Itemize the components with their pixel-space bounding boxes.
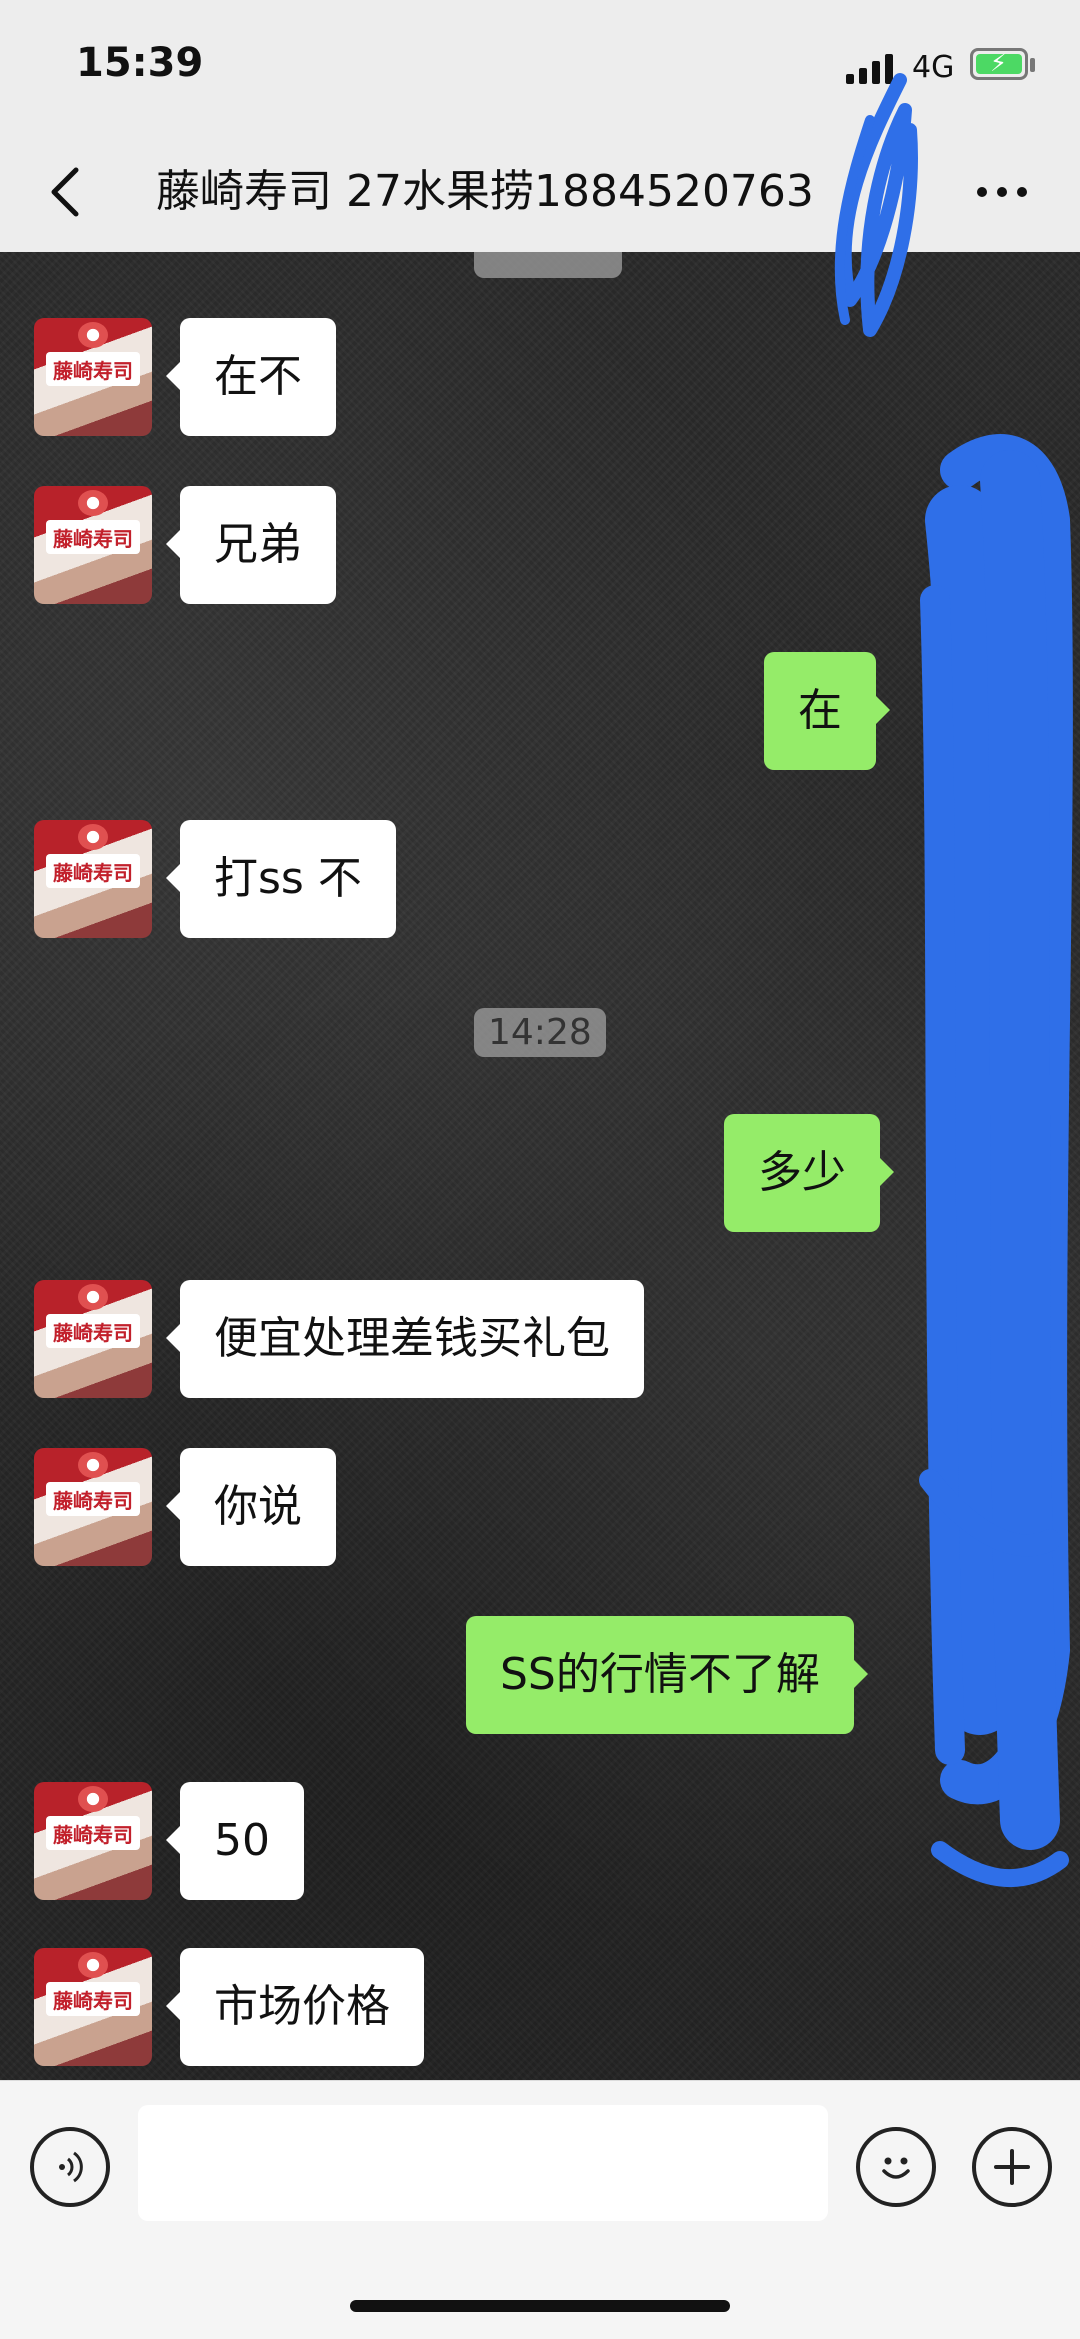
message-bubble-outgoing[interactable]: 在 — [764, 652, 890, 770]
timestamp: 14:28 — [474, 1008, 606, 1057]
back-button[interactable] — [40, 162, 90, 222]
clock: 15:39 — [76, 40, 204, 86]
avatar-logo-mark — [78, 1284, 108, 1310]
avatar-logo-mark — [78, 824, 108, 850]
more-button[interactable] — [962, 162, 1042, 222]
message-bubble-outgoing[interactable]: 多少 — [724, 1114, 894, 1232]
avatar-logo-mark — [78, 1786, 108, 1812]
chat-title: 藤崎寿司 27水果捞1884520763 — [156, 166, 814, 217]
battery-icon — [970, 48, 1028, 80]
emoji-icon — [882, 2157, 910, 2179]
contact-avatar[interactable]: 藤崎寿司 — [34, 486, 152, 604]
contact-avatar[interactable]: 藤崎寿司 — [34, 1448, 152, 1566]
message-bubble-incoming[interactable]: 在不 — [166, 318, 336, 436]
more-dot — [997, 187, 1007, 197]
message-bubble-incoming[interactable]: 你说 — [166, 1448, 336, 1566]
more-dot — [1017, 187, 1027, 197]
more-dot — [977, 187, 987, 197]
avatar-logo-text: 藤崎寿司 — [46, 1482, 140, 1516]
home-indicator[interactable] — [350, 2300, 730, 2312]
message-text: 在不 — [214, 351, 302, 402]
message-bubble-incoming[interactable]: 50 — [166, 1782, 304, 1900]
plus-icon — [994, 2149, 1030, 2185]
emoji-button[interactable] — [856, 2127, 936, 2207]
chat-area[interactable]: 藤崎寿司 在不 藤崎寿司 兄弟 在 藤崎寿司 打ss 不 14:28 多少 藤崎… — [0, 252, 1080, 2080]
avatar-logo-text: 藤崎寿司 — [46, 520, 140, 554]
avatar-logo-text: 藤崎寿司 — [46, 854, 140, 888]
network-type: 4G — [912, 50, 955, 85]
avatar-logo-mark — [78, 1952, 108, 1978]
message-text: 多少 — [758, 1147, 846, 1198]
voice-button[interactable] — [30, 2127, 110, 2207]
message-bubble-incoming[interactable]: 市场价格 — [166, 1948, 424, 2066]
avatar-logo-mark — [78, 490, 108, 516]
message-text: 打ss 不 — [214, 853, 362, 904]
battery-tip — [1030, 58, 1035, 72]
message-bubble-incoming[interactable]: 兄弟 — [166, 486, 336, 604]
status-bar: 15:39 4G — [0, 0, 1080, 130]
message-text: 在 — [798, 685, 842, 736]
contact-avatar[interactable]: 藤崎寿司 — [34, 1948, 152, 2066]
message-text: SS的行情不了解 — [500, 1649, 820, 1700]
contact-avatar[interactable]: 藤崎寿司 — [34, 318, 152, 436]
avatar-logo-mark — [78, 322, 108, 348]
contact-avatar[interactable]: 藤崎寿司 — [34, 1280, 152, 1398]
message-bubble-outgoing[interactable]: SS的行情不了解 — [466, 1616, 868, 1734]
avatar-logo-text: 藤崎寿司 — [46, 1314, 140, 1348]
message-text: 市场价格 — [214, 1981, 390, 2032]
message-bubble-incoming[interactable]: 打ss 不 — [166, 820, 396, 938]
voice-icon — [59, 2151, 83, 2183]
contact-avatar[interactable]: 藤崎寿司 — [34, 1782, 152, 1900]
avatar-logo-text: 藤崎寿司 — [46, 1982, 140, 2016]
avatar-logo-text: 藤崎寿司 — [46, 352, 140, 386]
message-text: 便宜处理差钱买礼包 — [214, 1313, 610, 1364]
message-text: 你说 — [214, 1481, 302, 1532]
chat-header: 藤崎寿司 27水果捞1884520763 — [0, 130, 1080, 253]
avatar-logo-text: 藤崎寿司 — [46, 1816, 140, 1850]
message-input[interactable] — [138, 2105, 828, 2221]
chevron-left-icon — [51, 167, 79, 217]
contact-avatar[interactable]: 藤崎寿司 — [34, 820, 152, 938]
avatar-logo-mark — [78, 1452, 108, 1478]
plus-button[interactable] — [972, 2127, 1052, 2207]
message-bubble-incoming[interactable]: 便宜处理差钱买礼包 — [166, 1280, 644, 1398]
signal-icon — [846, 52, 898, 84]
clipped-timestamp — [474, 252, 622, 278]
message-text: 50 — [214, 1815, 270, 1866]
message-text: 兄弟 — [214, 519, 302, 570]
